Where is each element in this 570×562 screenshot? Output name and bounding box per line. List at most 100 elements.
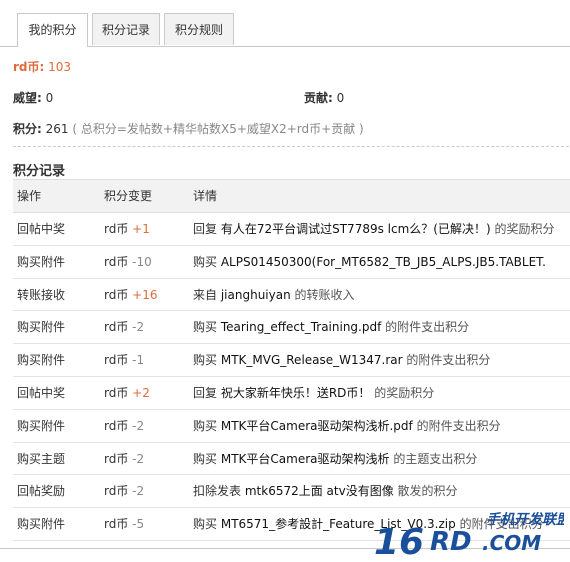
row-detail: 购买 Tearing_effect_Training.pdf 的附件支出积分	[193, 311, 469, 343]
table-row: 购买附件 rd币 -2 购买 Tearing_effect_Training.pdf…	[13, 311, 570, 345]
points-log-table: 操作 积分变更 详情 回帖中奖 rd币 +1 回复 有人在72平台调试过ST7789…	[13, 179, 570, 541]
row-currency: rd币	[104, 353, 129, 368]
row-detail-link[interactable]: mtk6572上面 atv没有图像	[245, 484, 394, 498]
row-amount: -2	[132, 451, 145, 466]
row-change: rd币 +16	[104, 279, 158, 311]
contribution-value: 0	[336, 91, 345, 105]
tab-points-rules[interactable]: 积分规则	[164, 13, 234, 45]
table-row: 购买附件 rd币 -5 购买 MT6571_参考設計_Feature_List_V0…	[13, 508, 570, 541]
row-detail-verb: 购买	[193, 353, 218, 368]
column-header-change: 积分变更	[104, 189, 153, 203]
row-detail-link[interactable]: ALPS01450300(For_MT6582_TB_JB5_ALPS.JB5.…	[221, 255, 546, 269]
row-operation: 购买主题	[17, 451, 66, 466]
row-detail: 来自 jianghuiyan 的转账收入	[193, 279, 355, 311]
column-header-operation: 操作	[17, 189, 42, 203]
total-points-label: 积分:	[13, 122, 42, 136]
row-currency: rd币	[104, 320, 129, 335]
row-currency: rd币	[104, 484, 129, 499]
row-currency: rd币	[104, 254, 129, 269]
row-amount: -10	[132, 254, 152, 269]
row-detail-suffix: 的附件支出积分	[406, 353, 491, 368]
row-detail-verb: 购买	[193, 254, 218, 269]
row-amount: +16	[132, 287, 158, 302]
row-detail-link[interactable]: jianghuiyan	[221, 288, 291, 302]
table-header: 操作 积分变更 详情	[13, 179, 570, 213]
row-detail-link[interactable]: 有人在72平台调试过ST7789s lcm么？(已解决！)	[221, 222, 491, 236]
row-operation: 购买附件	[17, 418, 66, 433]
bottom-divider	[0, 548, 570, 549]
row-operation: 购买附件	[17, 517, 66, 532]
row-detail: 回复 祝大家新年快乐！送RD币！ 的奖励积分	[193, 377, 434, 409]
row-detail: 回复 有人在72平台调试过ST7789s lcm么？(已解决！) 的奖励积分	[193, 213, 555, 245]
row-detail-verb: 扣除发表	[193, 484, 242, 499]
table-row: 购买主题 rd币 -2 购买 MTK平台Camera驱动架构浅析 的主题支出积分	[13, 443, 570, 476]
section-title: 积分记录	[13, 164, 66, 179]
row-detail: 扣除发表 mtk6572上面 atv没有图像 散发的积分	[193, 475, 458, 507]
table-row: 购买附件 rd币 -10 购买 ALPS01450300(For_MT6582_TB…	[13, 246, 570, 279]
row-detail-suffix: 的奖励积分	[374, 385, 435, 400]
table-row: 购买附件 rd币 -1 购买 MTK_MVG_Release_W1347.rar 的…	[13, 344, 570, 377]
row-currency: rd币	[104, 451, 129, 466]
row-detail-suffix: 的附件支出积分	[416, 418, 501, 433]
row-operation: 购买附件	[17, 353, 66, 368]
row-detail-verb: 购买	[193, 451, 218, 466]
row-amount: -2	[132, 320, 145, 335]
row-detail-link[interactable]: MTK平台Camera驱动架构浅析	[221, 452, 390, 466]
row-operation: 转账接收	[17, 287, 66, 302]
row-detail-link[interactable]: Tearing_effect_Training.pdf	[221, 320, 381, 334]
contribution-label: 贡献:	[304, 91, 333, 105]
row-operation: 回帖中奖	[17, 385, 66, 400]
prestige-value: 0	[45, 91, 54, 105]
row-amount: -1	[132, 353, 145, 368]
row-change: rd币 +2	[104, 377, 150, 409]
row-detail-link[interactable]: MT6571_参考設計_Feature_List_V0.3.zip	[221, 517, 456, 531]
row-change: rd币 -2	[104, 475, 144, 507]
row-amount: +2	[132, 385, 150, 400]
row-detail-link[interactable]: MTK_MVG_Release_W1347.rar	[221, 353, 403, 367]
row-detail: 购买 MTK_MVG_Release_W1347.rar 的附件支出积分	[193, 344, 490, 376]
tab-my-points[interactable]: 我的积分	[17, 13, 88, 47]
prestige-summary: 威望: 0	[13, 89, 53, 106]
table-row: 回帖中奖 rd币 +2 回复 祝大家新年快乐！送RD币！ 的奖励积分	[13, 377, 570, 410]
table-row: 回帖奖励 rd币 -2 扣除发表 mtk6572上面 atv没有图像 散发的积分	[13, 475, 570, 509]
tab-bar: 我的积分 积分记录 积分规则	[0, 0, 570, 47]
row-operation: 回帖奖励	[17, 484, 66, 499]
row-detail-suffix: 散发的积分	[397, 484, 458, 499]
row-operation: 回帖中奖	[17, 222, 66, 236]
row-detail-suffix: 的转账收入	[294, 287, 355, 302]
rd-coin-label: rd币:	[13, 60, 45, 74]
table-row: 转账接收 rd币 +16 来自 jianghuiyan 的转账收入	[13, 279, 570, 312]
row-currency: rd币	[104, 385, 129, 400]
row-currency: rd币	[104, 287, 129, 302]
row-detail-link[interactable]: MTK平台Camera驱动架构浅析.pdf	[221, 419, 413, 433]
row-detail-verb: 回复	[193, 222, 218, 236]
table-row: 回帖中奖 rd币 +1 回复 有人在72平台调试过ST7789s lcm么？(已解决…	[13, 213, 570, 246]
divider	[13, 146, 569, 147]
row-detail: 购买 MT6571_参考設計_Feature_List_V0.3.zip 的附件…	[193, 508, 544, 540]
row-amount: -5	[132, 517, 145, 532]
row-currency: rd币	[104, 517, 129, 532]
row-detail-suffix: 的主题支出积分	[393, 451, 478, 466]
tab-points-log[interactable]: 积分记录	[92, 13, 160, 45]
contribution-summary: 贡献: 0	[304, 89, 344, 106]
row-currency: rd币	[104, 418, 129, 433]
row-change: rd币 -2	[104, 443, 144, 475]
row-amount: +1	[132, 222, 150, 236]
row-detail: 购买 MTK平台Camera驱动架构浅析.pdf 的附件支出积分	[193, 410, 501, 442]
row-detail-suffix: 的奖励积分	[494, 222, 555, 236]
row-amount: -2	[132, 418, 145, 433]
row-detail-verb: 购买	[193, 320, 218, 335]
row-operation: 购买附件	[17, 320, 66, 335]
rd-coin-value: 103	[48, 60, 72, 74]
table-row: 购买附件 rd币 -2 购买 MTK平台Camera驱动架构浅析.pdf 的附件支出…	[13, 410, 570, 443]
row-detail-verb: 来自	[193, 287, 218, 302]
row-change: rd币 -1	[104, 344, 144, 376]
row-change: rd币 -2	[104, 410, 144, 442]
table-body: 回帖中奖 rd币 +1 回复 有人在72平台调试过ST7789s lcm么？(已解决…	[13, 213, 570, 541]
row-change: rd币 -10	[104, 246, 152, 278]
total-points-value: 261	[45, 122, 69, 136]
row-amount: -2	[132, 484, 145, 499]
row-change: rd币 -5	[104, 508, 144, 540]
total-points-summary: 积分: 261 ( 总积分=发帖数+精华帖数X5+威望X2+rd币+贡献 )	[13, 120, 364, 137]
row-detail-link[interactable]: 祝大家新年快乐！送RD币！	[221, 386, 371, 400]
